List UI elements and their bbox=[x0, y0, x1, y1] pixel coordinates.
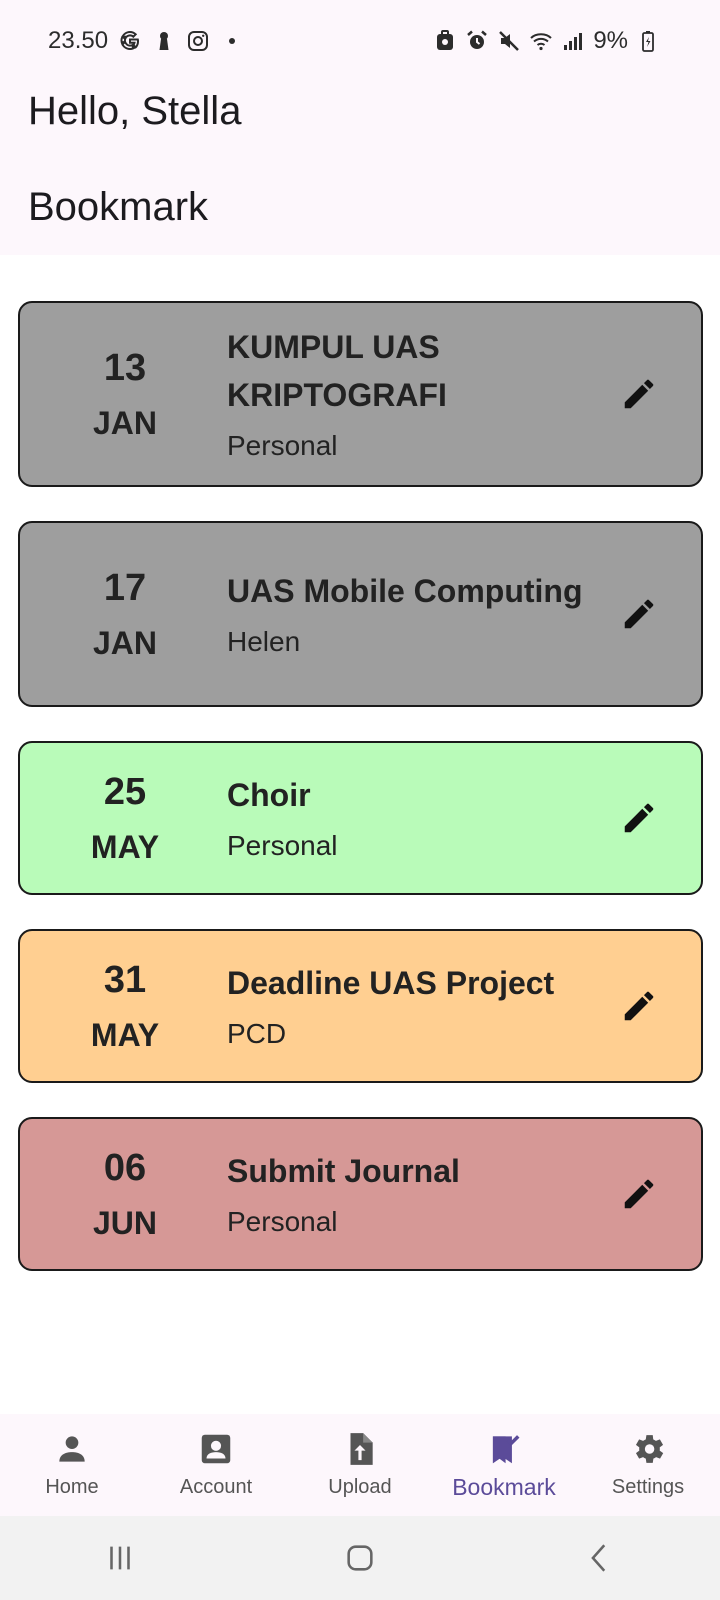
keyhole-icon bbox=[152, 29, 176, 53]
card-day: 13 bbox=[103, 347, 147, 389]
pencil-icon bbox=[624, 803, 654, 833]
card-date: 13 JAN bbox=[20, 303, 230, 485]
instagram-icon bbox=[186, 29, 210, 53]
event-card[interactable]: 25 MAY Choir Personal bbox=[18, 741, 703, 895]
card-title: Submit Journal bbox=[227, 1153, 460, 1189]
recent-apps-button[interactable] bbox=[90, 1533, 150, 1583]
card-day: 31 bbox=[103, 959, 147, 1001]
nav-label: Settings bbox=[611, 1476, 685, 1498]
card-category: PCD bbox=[227, 1018, 287, 1049]
card-title: KUMPUL UAS KRIPTOGRAFI bbox=[227, 329, 447, 413]
status-right: 9% bbox=[433, 26, 660, 56]
gear-icon bbox=[629, 1430, 667, 1468]
back-button[interactable] bbox=[570, 1533, 630, 1583]
card-day: 25 bbox=[103, 771, 147, 813]
card-day: 06 bbox=[103, 1147, 147, 1189]
app-screen: 23.50 9% Hello, Stella Bookmark 13 JAN K… bbox=[0, 0, 720, 1600]
card-body: UAS Mobile Computing Helen bbox=[227, 523, 591, 705]
card-date: 31 MAY bbox=[20, 931, 230, 1081]
card-date: 06 JUN bbox=[20, 1119, 230, 1269]
edit-button[interactable] bbox=[617, 592, 661, 636]
bottom-navigation: Home Account Upload Bookmark Settings bbox=[0, 1414, 720, 1516]
alarm-icon bbox=[465, 29, 489, 53]
nav-item-bookmark[interactable]: Bookmark bbox=[432, 1414, 576, 1516]
card-body: Deadline UAS Project PCD bbox=[227, 931, 591, 1081]
status-left: 23.50 bbox=[48, 26, 244, 56]
greeting-text: Hello, Stella bbox=[28, 89, 242, 133]
battery-charging-icon bbox=[636, 29, 660, 53]
card-day: 17 bbox=[103, 567, 147, 609]
pencil-icon bbox=[624, 1179, 654, 1209]
card-body: KUMPUL UAS KRIPTOGRAFI Personal bbox=[227, 303, 591, 485]
bookmark-added-icon bbox=[485, 1430, 523, 1468]
upload-file-icon bbox=[341, 1430, 379, 1468]
card-month: JUN bbox=[92, 1205, 157, 1241]
person-icon bbox=[53, 1430, 91, 1468]
card-title: Deadline UAS Project bbox=[227, 965, 555, 1001]
android-work-icon bbox=[433, 29, 457, 53]
card-title: Choir bbox=[227, 777, 311, 813]
signal-icon bbox=[561, 29, 585, 53]
battery-percent: 9% bbox=[593, 27, 628, 54]
card-month: MAY bbox=[90, 1017, 160, 1053]
system-navigation-bar bbox=[0, 1516, 720, 1600]
back-chevron-icon bbox=[591, 1544, 606, 1572]
status-time: 23.50 bbox=[48, 27, 109, 54]
account-box-icon bbox=[197, 1430, 235, 1468]
pencil-icon bbox=[624, 991, 654, 1021]
header: Hello, Stella Bookmark bbox=[0, 80, 720, 255]
card-body: Submit Journal Personal bbox=[227, 1119, 591, 1269]
google-icon bbox=[118, 29, 142, 53]
event-card[interactable]: 31 MAY Deadline UAS Project PCD bbox=[18, 929, 703, 1083]
nav-item-settings[interactable]: Settings bbox=[576, 1414, 720, 1516]
event-card[interactable]: 13 JAN KUMPUL UAS KRIPTOGRAFI Personal bbox=[18, 301, 703, 487]
status-bar: 23.50 9% bbox=[0, 0, 720, 80]
notification-dot-icon bbox=[220, 29, 244, 53]
event-card[interactable]: 06 JUN Submit Journal Personal bbox=[18, 1117, 703, 1271]
page-title: Bookmark bbox=[28, 185, 209, 229]
card-category: Personal bbox=[227, 1206, 338, 1237]
card-month: JAN bbox=[92, 625, 157, 661]
card-date: 25 MAY bbox=[20, 743, 230, 893]
card-title: UAS Mobile Computing bbox=[227, 573, 583, 609]
home-square-icon bbox=[347, 1545, 373, 1571]
card-category: Personal bbox=[227, 430, 338, 461]
nav-label: Home bbox=[45, 1476, 99, 1498]
edit-button[interactable] bbox=[617, 372, 661, 416]
recent-apps-icon bbox=[110, 1546, 130, 1570]
nav-label: Bookmark bbox=[452, 1474, 556, 1500]
wifi-icon bbox=[529, 29, 553, 53]
nav-item-home[interactable]: Home bbox=[0, 1414, 144, 1516]
event-card[interactable]: 17 JAN UAS Mobile Computing Helen bbox=[18, 521, 703, 707]
card-category: Helen bbox=[227, 626, 301, 657]
card-date: 17 JAN bbox=[20, 523, 230, 705]
home-button[interactable] bbox=[330, 1533, 390, 1583]
card-month: MAY bbox=[90, 829, 160, 865]
pencil-icon bbox=[624, 599, 654, 629]
mute-icon bbox=[497, 29, 521, 53]
edit-button[interactable] bbox=[617, 1172, 661, 1216]
card-category: Personal bbox=[227, 830, 338, 861]
edit-button[interactable] bbox=[617, 984, 661, 1028]
card-body: Choir Personal bbox=[227, 743, 591, 893]
edit-button[interactable] bbox=[617, 796, 661, 840]
nav-item-account[interactable]: Account bbox=[144, 1414, 288, 1516]
nav-label: Account bbox=[179, 1476, 253, 1498]
nav-label: Upload bbox=[328, 1476, 392, 1498]
nav-item-upload[interactable]: Upload bbox=[288, 1414, 432, 1516]
card-month: JAN bbox=[92, 405, 157, 441]
pencil-icon bbox=[624, 379, 654, 409]
